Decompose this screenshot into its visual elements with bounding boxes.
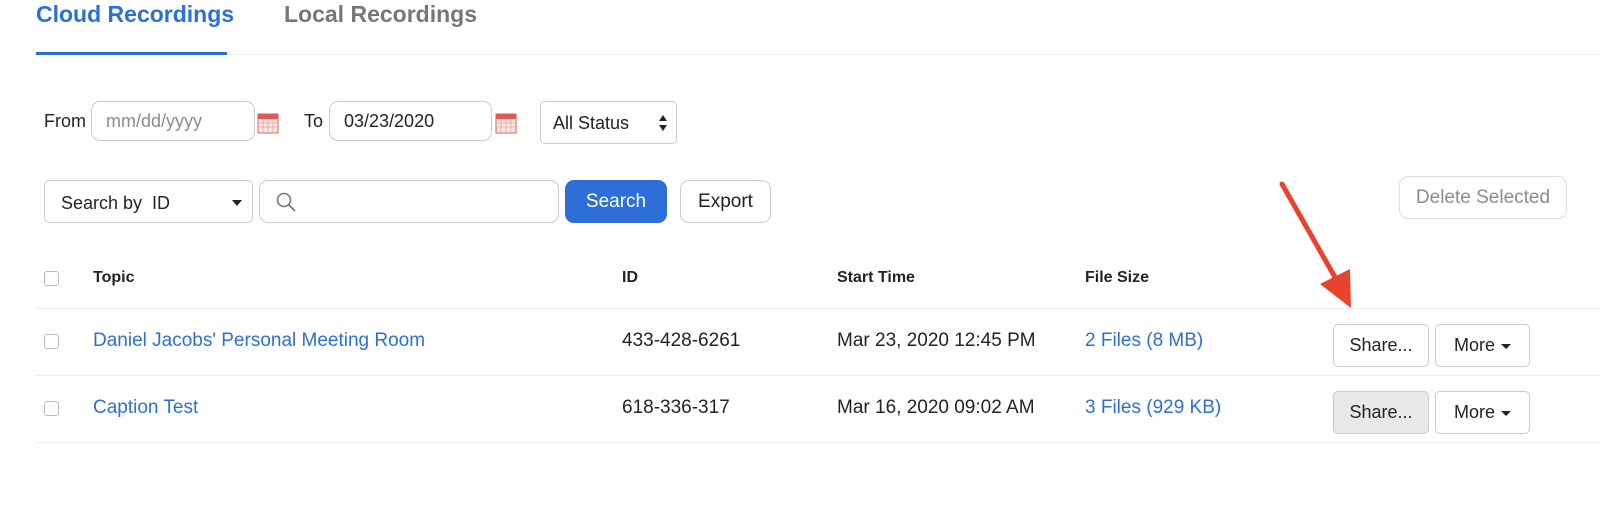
column-header-start-time: Start Time bbox=[837, 269, 915, 286]
row-checkbox[interactable] bbox=[44, 401, 59, 416]
tab-cloud-recordings[interactable]: Cloud Recordings bbox=[36, 0, 234, 55]
column-header-topic: Topic bbox=[93, 269, 135, 286]
start-time: Mar 23, 2020 12:45 PM bbox=[837, 330, 1036, 351]
table-row: Daniel Jacobs' Personal Meeting Room 433… bbox=[36, 309, 1600, 376]
calendar-icon[interactable] bbox=[495, 112, 517, 134]
from-label: From bbox=[44, 111, 86, 131]
meeting-id: 433-428-6261 bbox=[622, 330, 741, 351]
annotation-arrow-icon bbox=[1279, 181, 1351, 308]
search-button[interactable]: Search bbox=[565, 180, 667, 223]
share-button[interactable]: Share... bbox=[1333, 324, 1429, 367]
caret-down-icon bbox=[1501, 343, 1511, 349]
start-time: Mar 16, 2020 09:02 AM bbox=[837, 397, 1035, 418]
caret-down-icon bbox=[1501, 410, 1511, 416]
status-select-value: All Status bbox=[553, 113, 630, 133]
recordings-tabs: Cloud Recordings Local Recordings bbox=[36, 0, 1600, 55]
chevron-down-icon bbox=[232, 200, 242, 206]
to-date-field[interactable] bbox=[329, 101, 492, 141]
column-header-id: ID bbox=[622, 269, 638, 286]
tab-local-recordings[interactable]: Local Recordings bbox=[284, 0, 477, 54]
file-size-link[interactable]: 3 Files (929 KB) bbox=[1085, 397, 1221, 419]
more-button[interactable]: More bbox=[1435, 391, 1530, 434]
recording-topic-link[interactable]: Daniel Jacobs' Personal Meeting Room bbox=[93, 330, 425, 352]
table-row: Caption Test 618-336-317 Mar 16, 2020 09… bbox=[36, 376, 1600, 443]
delete-selected-button[interactable]: Delete Selected bbox=[1399, 176, 1567, 219]
recording-topic-link[interactable]: Caption Test bbox=[93, 397, 198, 419]
search-by-value: Search by ID bbox=[61, 193, 171, 213]
more-button-label: More bbox=[1453, 402, 1495, 422]
search-by-select[interactable]: Search by ID bbox=[44, 180, 253, 223]
search-icon bbox=[276, 192, 296, 212]
select-all-checkbox[interactable] bbox=[44, 271, 59, 286]
updown-arrows-icon bbox=[659, 115, 667, 131]
to-label: To bbox=[304, 111, 324, 131]
calendar-icon[interactable] bbox=[257, 112, 279, 134]
column-header-file-size: File Size bbox=[1085, 269, 1150, 286]
export-button[interactable]: Export bbox=[680, 180, 771, 223]
more-button-label: More bbox=[1453, 335, 1495, 355]
search-box[interactable] bbox=[259, 180, 559, 223]
row-checkbox[interactable] bbox=[44, 334, 59, 349]
recordings-page: Cloud Recordings Local Recordings From T… bbox=[0, 0, 1600, 532]
search-input[interactable] bbox=[304, 185, 553, 220]
recordings-table: Topic ID Start Time File Size Daniel Jac… bbox=[36, 245, 1600, 443]
share-button[interactable]: Share... bbox=[1333, 391, 1429, 434]
from-date-field[interactable] bbox=[91, 101, 255, 141]
status-select[interactable]: All Status bbox=[540, 101, 677, 144]
file-size-link[interactable]: 2 Files (8 MB) bbox=[1085, 330, 1203, 352]
meeting-id: 618-336-317 bbox=[622, 397, 730, 418]
table-header: Topic ID Start Time File Size bbox=[36, 245, 1600, 309]
more-button[interactable]: More bbox=[1435, 324, 1530, 367]
